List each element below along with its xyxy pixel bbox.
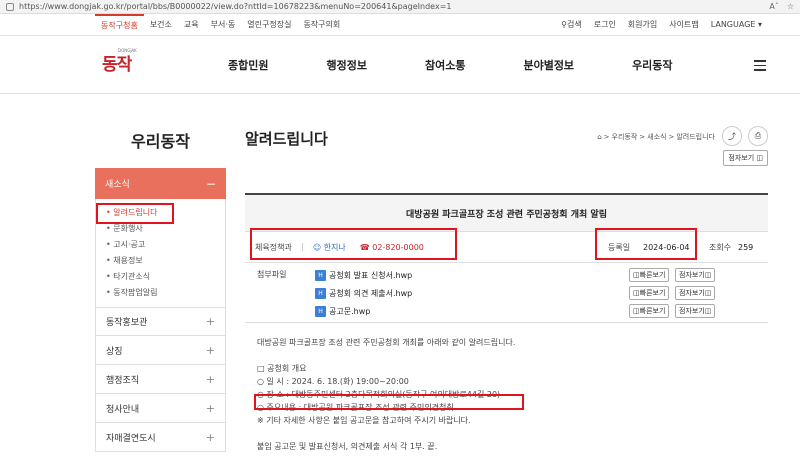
body-line <box>257 349 515 362</box>
submenu-public-notices[interactable]: • 고시·공고 <box>106 237 225 253</box>
body-line: □ 공청회 개요 <box>257 364 307 373</box>
expand-icon: + <box>205 430 215 444</box>
login-link[interactable]: 로그인 <box>594 19 616 30</box>
author: ☺ 한지나 <box>312 242 346 252</box>
topnav-education[interactable]: 교육 <box>178 14 205 35</box>
post-view: 대방공원 파크골프장 조성 관련 주민공청회 개최 알림 체육정책과 ☺ 한지나… <box>245 193 768 323</box>
lock-icon <box>6 2 14 11</box>
expand-icon: + <box>205 343 215 357</box>
body-line: 붙임 공고문 및 발표신청서, 의견제출 서식 각 1부. 끝. <box>257 442 438 451</box>
util-right-links: ⚲검색 로그인 회원가입 사이트맵 LANGUAGE ▾ <box>561 19 762 30</box>
logo-text: 동작 <box>102 55 132 75</box>
expand-icon: + <box>205 401 215 415</box>
body-line: ○ 장 소 : 대방동주민센터 2층다목적회의실(동작구 여의대방로44길 20… <box>257 390 501 399</box>
submenu-popup-alerts[interactable]: • 동작팝업알림 <box>106 285 225 301</box>
topnav-health-center[interactable]: 보건소 <box>144 14 178 35</box>
quick-view-button[interactable]: ◫ 빠른보기 <box>629 268 670 282</box>
logo-small-text: DONGJAK <box>118 48 137 53</box>
sidebar-submenu: • 알려드립니다 • 문화행사 • 고시·공고 • 채용정보 • 타기관소식 •… <box>95 199 226 307</box>
search-link[interactable]: ⚲검색 <box>561 19 582 30</box>
views-count: 259 <box>738 242 754 252</box>
post-date: 2024-06-04 <box>643 242 690 252</box>
hwp-file-icon: H <box>315 287 326 299</box>
attachments-label: 첨부파일 <box>257 270 287 279</box>
submenu-jobs[interactable]: • 채용정보 <box>106 253 225 269</box>
attachments: 첨부파일 H 공청회 발표 신청서.hwp ◫ 빠른보기 점자보기 ◫ H 공청회 … <box>245 263 768 323</box>
dongjak-logo[interactable]: DONGJAK 동작 <box>102 48 154 82</box>
date-label: 등록일 <box>608 242 631 252</box>
phone: ☎ 02-820-0000 <box>359 242 424 252</box>
sidebar-item-label: 새소식 <box>105 180 130 190</box>
collapse-icon: − <box>205 176 216 191</box>
main-nav: 종합민원 행정정보 참여소통 분야별정보 우리동작 <box>228 36 673 94</box>
hwp-file-icon: H <box>315 305 326 317</box>
reader-mode-icon[interactable]: Aˆ <box>769 2 778 11</box>
views-label: 조회수 <box>709 242 732 252</box>
sidebar-item-symbol[interactable]: 상징 + <box>95 336 226 365</box>
submenu-culture-events[interactable]: • 문화행사 <box>106 221 225 237</box>
search-label: 검색 <box>566 20 582 29</box>
submenu-other-agencies[interactable]: • 타기관소식 <box>106 269 225 285</box>
quick-view-button[interactable]: ◫ 빠른보기 <box>629 286 670 300</box>
body-line: 대방공원 파크골프장 조성 관련 주민공청회 개최를 아래와 같이 알려드립니다… <box>257 338 516 347</box>
sidebar-item-sister-cities[interactable]: 자매결연도시 + <box>95 423 226 452</box>
expand-icon: + <box>205 315 215 328</box>
page-title: 알려드립니다 <box>245 130 328 148</box>
gnb-field-info[interactable]: 분야별정보 <box>523 36 574 94</box>
breadcrumb-notice[interactable]: 알려드립니다 <box>676 132 715 142</box>
sidebar-item-organization[interactable]: 행정조직 + <box>95 365 226 394</box>
topnav-departments[interactable]: 부서·동 <box>205 14 242 35</box>
favorite-star-icon[interactable]: ☆ <box>787 2 794 11</box>
utility-bar: 동작구청홈 보건소 교육 부서·동 열린구정장실 동작구의회 ⚲검색 로그인 회… <box>0 14 800 36</box>
braille-view-button[interactable]: 점자보기 ◫ <box>675 286 716 300</box>
gnb-our-dongjak[interactable]: 우리동작 <box>632 36 672 94</box>
body-line: ○ 일 시 : 2024. 6. 18.(화) 19:00~20:00 <box>257 377 409 386</box>
address-bar[interactable]: https://www.dongjak.go.kr/portal/bbs/B00… <box>0 0 800 14</box>
hwp-file-icon: H <box>315 269 326 281</box>
expand-icon: + <box>205 372 215 386</box>
print-icon[interactable]: ⎙ <box>748 126 768 146</box>
braille-view-button[interactable]: 점자보기 ◫ <box>723 150 768 166</box>
braille-view-button[interactable]: 점자보기 ◫ <box>675 304 716 318</box>
home-icon[interactable]: ⌂ <box>597 133 601 141</box>
sidebar-title: 우리동작 <box>131 132 190 151</box>
sidebar-item-news[interactable]: 새소식 − <box>95 168 226 199</box>
post-body: 대방공원 파크골프장 조성 관련 주민공청회 개최를 아래와 같이 알려드립니다… <box>257 336 515 453</box>
topnav-dongjak-home[interactable]: 동작구청홈 <box>95 14 144 35</box>
gnb-participation[interactable]: 참여소통 <box>425 36 465 94</box>
url-text[interactable]: https://www.dongjak.go.kr/portal/bbs/B00… <box>19 2 769 11</box>
sidebar: 우리동작 새소식 − • 알려드립니다 • 문화행사 • 고시·공고 • 채용정… <box>95 118 226 452</box>
site-header: DONGJAK 동작 종합민원 행정정보 참여소통 분야별정보 우리동작 <box>0 36 800 94</box>
topnav-mayor-office[interactable]: 열린구정장실 <box>241 14 297 35</box>
body-line <box>257 427 515 440</box>
breadcrumb-news[interactable]: 새소식 <box>647 132 666 142</box>
attachment-file[interactable]: H 공고문.hwp <box>315 303 370 319</box>
post-meta: 체육정책과 ☺ 한지나 ☎ 02-820-0000 등록일 2024-06-04… <box>245 231 768 263</box>
sidebar-item-office-guide[interactable]: 청사안내 + <box>95 394 226 423</box>
share-icon[interactable]: ⤴ <box>722 126 742 146</box>
signup-link[interactable]: 회원가입 <box>628 19 657 30</box>
gnb-admin-info[interactable]: 행정정보 <box>326 36 366 94</box>
sitemap-link[interactable]: 사이트맵 <box>669 19 698 30</box>
attachment-file[interactable]: H 공청회 발표 신청서.hwp <box>315 267 412 283</box>
sidebar-item-pr[interactable]: 동작홍보관 + <box>95 307 226 336</box>
language-select[interactable]: LANGUAGE ▾ <box>711 20 762 29</box>
body-line: ○ 주요내용 : 대방공원 파크골프장 조성 관련 주민의견청취 <box>257 403 454 412</box>
top-site-nav: 동작구청홈 보건소 교육 부서·동 열린구정장실 동작구의회 <box>95 14 346 35</box>
breadcrumb: ⌂ > 우리동작 > 새소식 > 알려드립니다 <box>597 132 715 142</box>
topnav-council[interactable]: 동작구의회 <box>297 14 346 35</box>
attachment-file[interactable]: H 공청회 의견 제출서.hwp <box>315 285 412 301</box>
breadcrumb-our-dongjak[interactable]: 우리동작 <box>612 132 638 142</box>
department: 체육정책과 <box>255 242 292 252</box>
menu-icon[interactable] <box>754 60 766 74</box>
quick-view-button[interactable]: ◫ 빠른보기 <box>629 304 670 318</box>
submenu-notice[interactable]: • 알려드립니다 <box>106 205 225 221</box>
braille-view-button[interactable]: 점자보기 ◫ <box>675 268 716 282</box>
gnb-civil-service[interactable]: 종합민원 <box>228 36 268 94</box>
body-line: ※ 기타 자세한 사항은 붙임 공고문을 참고하여 주시기 바랍니다. <box>257 416 471 425</box>
post-title: 대방공원 파크골프장 조성 관련 주민공청회 개최 알림 <box>245 195 768 231</box>
